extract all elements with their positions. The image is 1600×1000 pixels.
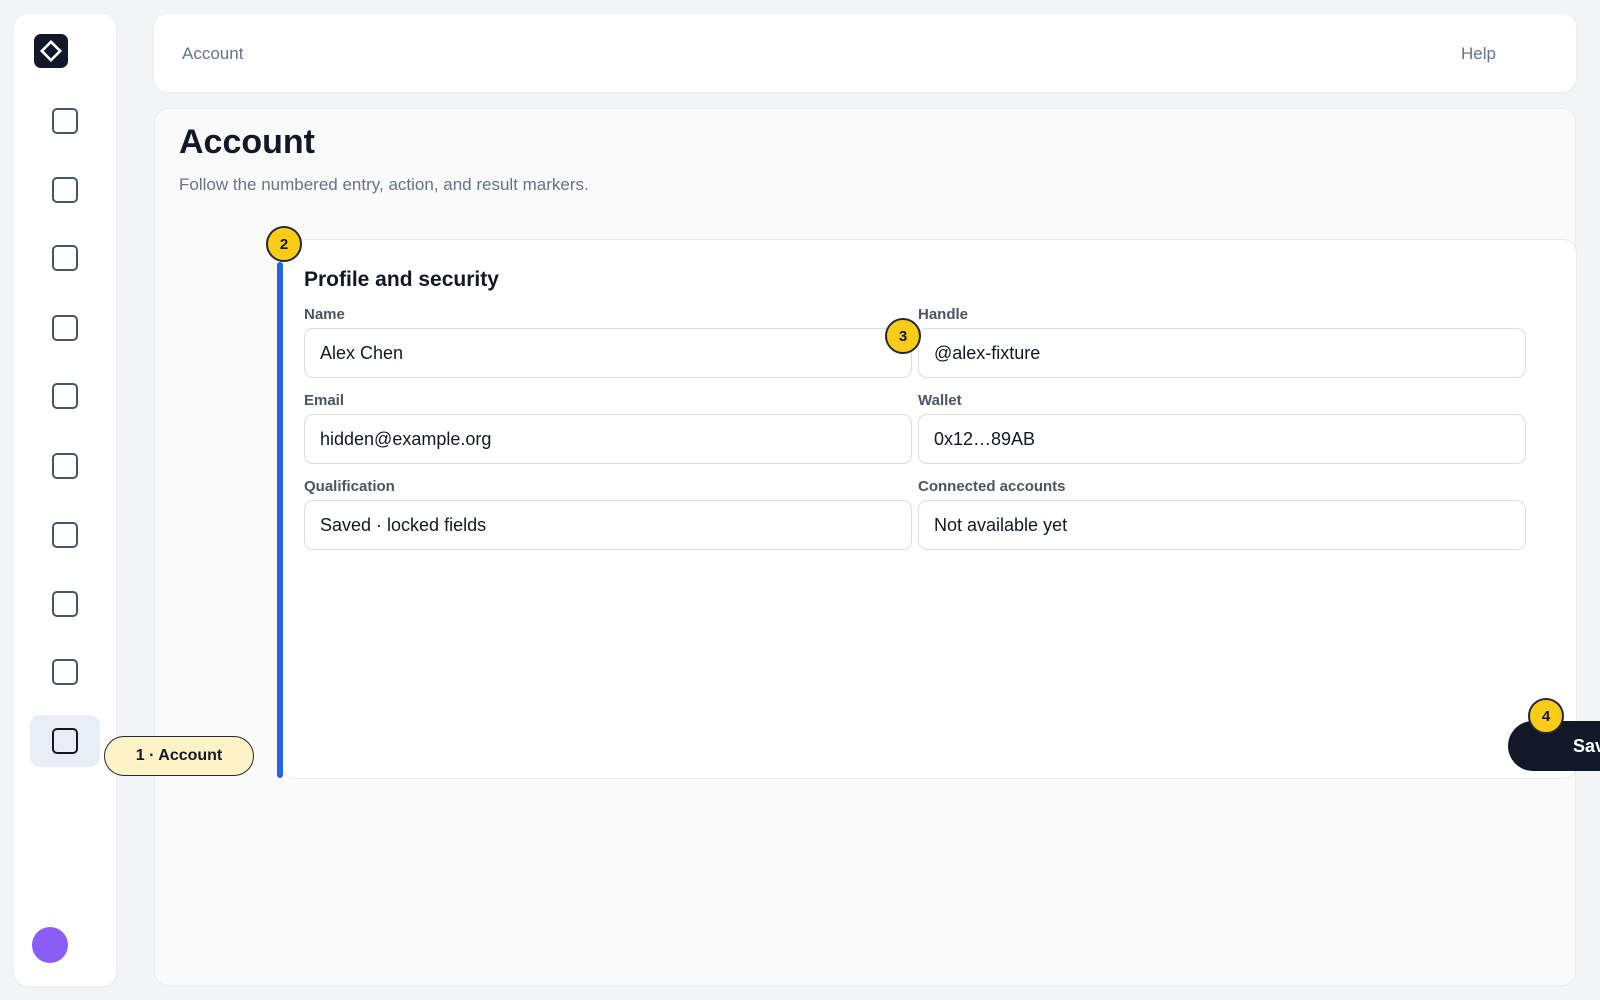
sidebar-item-8[interactable] — [30, 578, 100, 630]
sidebar-item-9[interactable] — [30, 646, 100, 698]
handle-input[interactable] — [918, 328, 1526, 378]
nav-square-icon — [52, 659, 78, 685]
nav-square-icon — [52, 177, 78, 203]
wallet-input[interactable] — [918, 414, 1526, 464]
connected-accounts-input[interactable] — [918, 500, 1526, 550]
page-title: Account — [179, 123, 315, 161]
sidebar-item-3[interactable] — [30, 232, 100, 284]
nav-square-icon — [52, 728, 78, 754]
card-title: Profile and security — [304, 268, 499, 291]
sidebar-item-7[interactable] — [30, 509, 100, 561]
wallet-label: Wallet — [918, 392, 962, 409]
step-marker-4: 4 — [1528, 698, 1564, 734]
nav-square-icon — [52, 315, 78, 341]
name-input[interactable] — [304, 328, 912, 378]
card-accent-bar — [277, 262, 283, 778]
nav-square-icon — [52, 383, 78, 409]
diamond-logo-icon[interactable] — [34, 34, 68, 68]
sidebar — [14, 14, 116, 986]
name-label: Name — [304, 306, 345, 323]
sidebar-item-5[interactable] — [30, 370, 100, 422]
main-panel: Account Follow the numbered entry, actio… — [154, 108, 1600, 986]
step-marker-2: 2 — [266, 226, 302, 262]
step-marker-3: 3 — [885, 318, 921, 354]
email-input[interactable] — [304, 414, 912, 464]
page-subtitle: Follow the numbered entry, action, and r… — [179, 175, 589, 194]
qualification-label: Qualification — [304, 478, 395, 495]
email-label: Email — [304, 392, 345, 409]
nav-square-icon — [52, 245, 78, 271]
nav-square-icon — [52, 591, 78, 617]
connected-accounts-label: Connected accounts — [918, 478, 1066, 495]
sidebar-item-6[interactable] — [30, 440, 100, 492]
handle-label: Handle — [918, 306, 969, 323]
help-link[interactable]: Help — [1461, 44, 1496, 64]
sidebar-item-1[interactable] — [30, 95, 100, 147]
nav-square-icon — [52, 108, 78, 134]
sidebar-item-account[interactable] — [30, 715, 100, 767]
sidebar-item-2[interactable] — [30, 164, 100, 216]
nav-square-icon — [52, 453, 78, 479]
avatar[interactable] — [32, 927, 68, 963]
nav-square-icon — [52, 522, 78, 548]
sidebar-item-4[interactable] — [30, 302, 100, 354]
qualification-input[interactable] — [304, 500, 912, 550]
step-marker-1: 1 · Account — [104, 736, 254, 776]
topbar: Account Help — [154, 14, 1576, 92]
breadcrumb: Account — [182, 44, 244, 63]
profile-security-card: Profile and security Name Handle Email W… — [281, 239, 1600, 779]
